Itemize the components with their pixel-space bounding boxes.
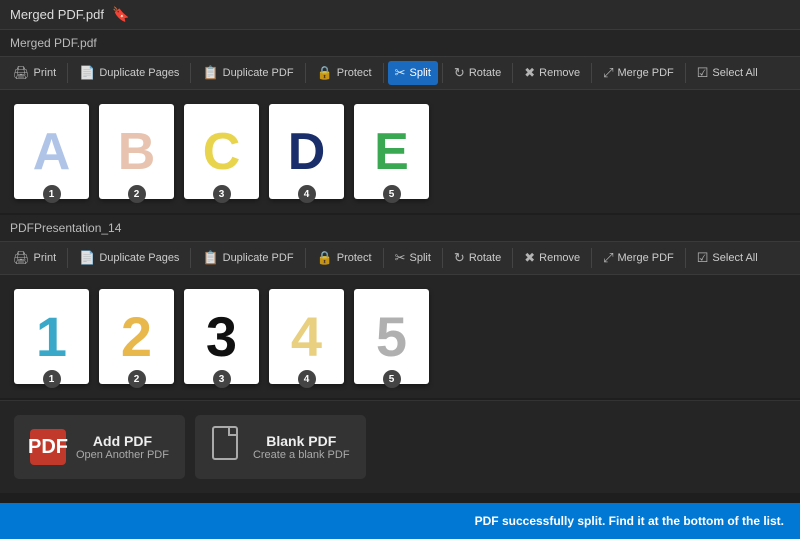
merge-pdf-icon-2: ⤢: [603, 250, 613, 266]
page-badge-2-5: 5: [383, 370, 401, 388]
duplicate-pdf-icon-2: 📋: [202, 250, 218, 266]
sep-2: [190, 63, 191, 83]
blank-pdf-title: Blank PDF: [253, 433, 350, 449]
select-all-btn-1[interactable]: ☑ Select All: [690, 61, 765, 85]
select-all-icon-1: ☑: [697, 65, 709, 81]
remove-icon-1: ✖: [524, 65, 535, 81]
split-icon-1: ✂: [395, 65, 406, 81]
page-badge-1-2: 2: [128, 185, 146, 203]
page-badge-2-3: 3: [213, 370, 231, 388]
add-pdf-button[interactable]: PDF Add PDF Open Another PDF: [14, 415, 185, 479]
page-badge-1-4: 4: [298, 185, 316, 203]
page-badge-1-3: 3: [213, 185, 231, 203]
sep-1: [67, 63, 68, 83]
page-thumb-2-4: 4 4: [269, 289, 344, 384]
duplicate-pages-btn-1[interactable]: 📄 Duplicate Pages: [72, 61, 186, 85]
page-badge-2-4: 4: [298, 370, 316, 388]
page-thumb-2-2: 2 2: [99, 289, 174, 384]
page-badge-1-5: 5: [383, 185, 401, 203]
protect-icon-1: 🔒: [317, 65, 333, 81]
print-btn-1[interactable]: 🖨 Print: [6, 61, 63, 85]
sep2-1: [67, 248, 68, 268]
bottom-bar: PDF Add PDF Open Another PDF Blank PDF C…: [0, 400, 800, 493]
sep2-2: [190, 248, 191, 268]
sep-3: [305, 63, 306, 83]
remove-btn-2[interactable]: ✖ Remove: [517, 246, 587, 270]
sep2-8: [685, 248, 686, 268]
duplicate-pdf-btn-1[interactable]: 📋 Duplicate PDF: [195, 61, 300, 85]
print-btn-2[interactable]: 🖨 Print: [6, 246, 63, 270]
rotate-icon-2: ↻: [454, 250, 465, 266]
status-bar: PDF successfully split. Find it at the b…: [0, 503, 800, 539]
rotate-icon-1: ↻: [454, 65, 465, 81]
add-pdf-texts: Add PDF Open Another PDF: [76, 433, 169, 461]
select-all-btn-2[interactable]: ☑ Select All: [690, 246, 765, 270]
sep2-3: [305, 248, 306, 268]
add-pdf-title: Add PDF: [76, 433, 169, 449]
sep2-6: [512, 248, 513, 268]
main-content: Merged PDF.pdf 🖨 Print 📄 Duplicate Pages…: [0, 30, 800, 503]
select-all-icon-2: ☑: [697, 250, 709, 266]
page-thumb-2-3: 3 3: [184, 289, 259, 384]
page-badge-2-2: 2: [128, 370, 146, 388]
print-icon-1: 🖨: [13, 65, 30, 81]
section-2-title: PDFPresentation_14: [0, 215, 800, 241]
protect-btn-1[interactable]: 🔒 Protect: [310, 61, 379, 85]
pdf-section-1: Merged PDF.pdf 🖨 Print 📄 Duplicate Pages…: [0, 30, 800, 213]
sep-7: [591, 63, 592, 83]
section-1-title: Merged PDF.pdf: [0, 30, 800, 56]
page-thumb-2-1: 1 1: [14, 289, 89, 384]
split-icon-2: ✂: [395, 250, 406, 266]
add-pdf-icon: PDF: [30, 429, 66, 465]
page-badge-2-1: 1: [43, 370, 61, 388]
sep2-7: [591, 248, 592, 268]
status-message: PDF successfully split. Find it at the b…: [475, 514, 784, 528]
pages-container-2: 1 1 2 2 3 3 4 4 5 5: [0, 275, 800, 398]
duplicate-pages-icon-1: 📄: [79, 65, 95, 81]
remove-btn-1[interactable]: ✖ Remove: [517, 61, 587, 85]
title-bar: Merged PDF.pdf 🔖: [0, 0, 800, 30]
merge-pdf-btn-1[interactable]: ⤢ Merge PDF: [596, 61, 681, 85]
toolbar-1: 🖨 Print 📄 Duplicate Pages 📋 Duplicate PD…: [0, 56, 800, 90]
merge-pdf-btn-2[interactable]: ⤢ Merge PDF: [596, 246, 681, 270]
duplicate-pages-icon-2: 📄: [79, 250, 95, 266]
duplicate-pdf-icon-1: 📋: [202, 65, 218, 81]
pages-container-1: A 1 B 2 C 3 D 4 E 5: [0, 90, 800, 213]
page-thumb-1-4: D 4: [269, 104, 344, 199]
page-thumb-1-1: A 1: [14, 104, 89, 199]
protect-btn-2[interactable]: 🔒 Protect: [310, 246, 379, 270]
blank-pdf-texts: Blank PDF Create a blank PDF: [253, 433, 350, 461]
print-icon-2: 🖨: [13, 250, 30, 266]
blank-pdf-button[interactable]: Blank PDF Create a blank PDF: [195, 415, 366, 479]
page-thumb-1-2: B 2: [99, 104, 174, 199]
sep-8: [685, 63, 686, 83]
save-icon[interactable]: 🔖: [112, 6, 129, 23]
page-badge-1-1: 1: [43, 185, 61, 203]
rotate-btn-2[interactable]: ↻ Rotate: [447, 246, 508, 270]
title-text: Merged PDF.pdf: [10, 7, 104, 22]
page-thumb-2-5: 5 5: [354, 289, 429, 384]
protect-icon-2: 🔒: [317, 250, 333, 266]
duplicate-pdf-btn-2[interactable]: 📋 Duplicate PDF: [195, 246, 300, 270]
page-thumb-1-3: C 3: [184, 104, 259, 199]
sep2-5: [442, 248, 443, 268]
sep-5: [442, 63, 443, 83]
split-btn-2[interactable]: ✂ Split: [388, 246, 438, 270]
toolbar-2: 🖨 Print 📄 Duplicate Pages 📋 Duplicate PD…: [0, 241, 800, 275]
sep-6: [512, 63, 513, 83]
page-thumb-1-5: E 5: [354, 104, 429, 199]
pdf-section-2: PDFPresentation_14 🖨 Print 📄 Duplicate P…: [0, 215, 800, 398]
merge-pdf-icon-1: ⤢: [603, 65, 613, 81]
blank-pdf-icon: [211, 425, 243, 469]
duplicate-pages-btn-2[interactable]: 📄 Duplicate Pages: [72, 246, 186, 270]
sep-4: [383, 63, 384, 83]
blank-pdf-subtitle: Create a blank PDF: [253, 449, 350, 461]
add-pdf-subtitle: Open Another PDF: [76, 449, 169, 461]
rotate-btn-1[interactable]: ↻ Rotate: [447, 61, 508, 85]
sep2-4: [383, 248, 384, 268]
remove-icon-2: ✖: [524, 250, 535, 266]
split-btn-1[interactable]: ✂ Split: [388, 61, 438, 85]
